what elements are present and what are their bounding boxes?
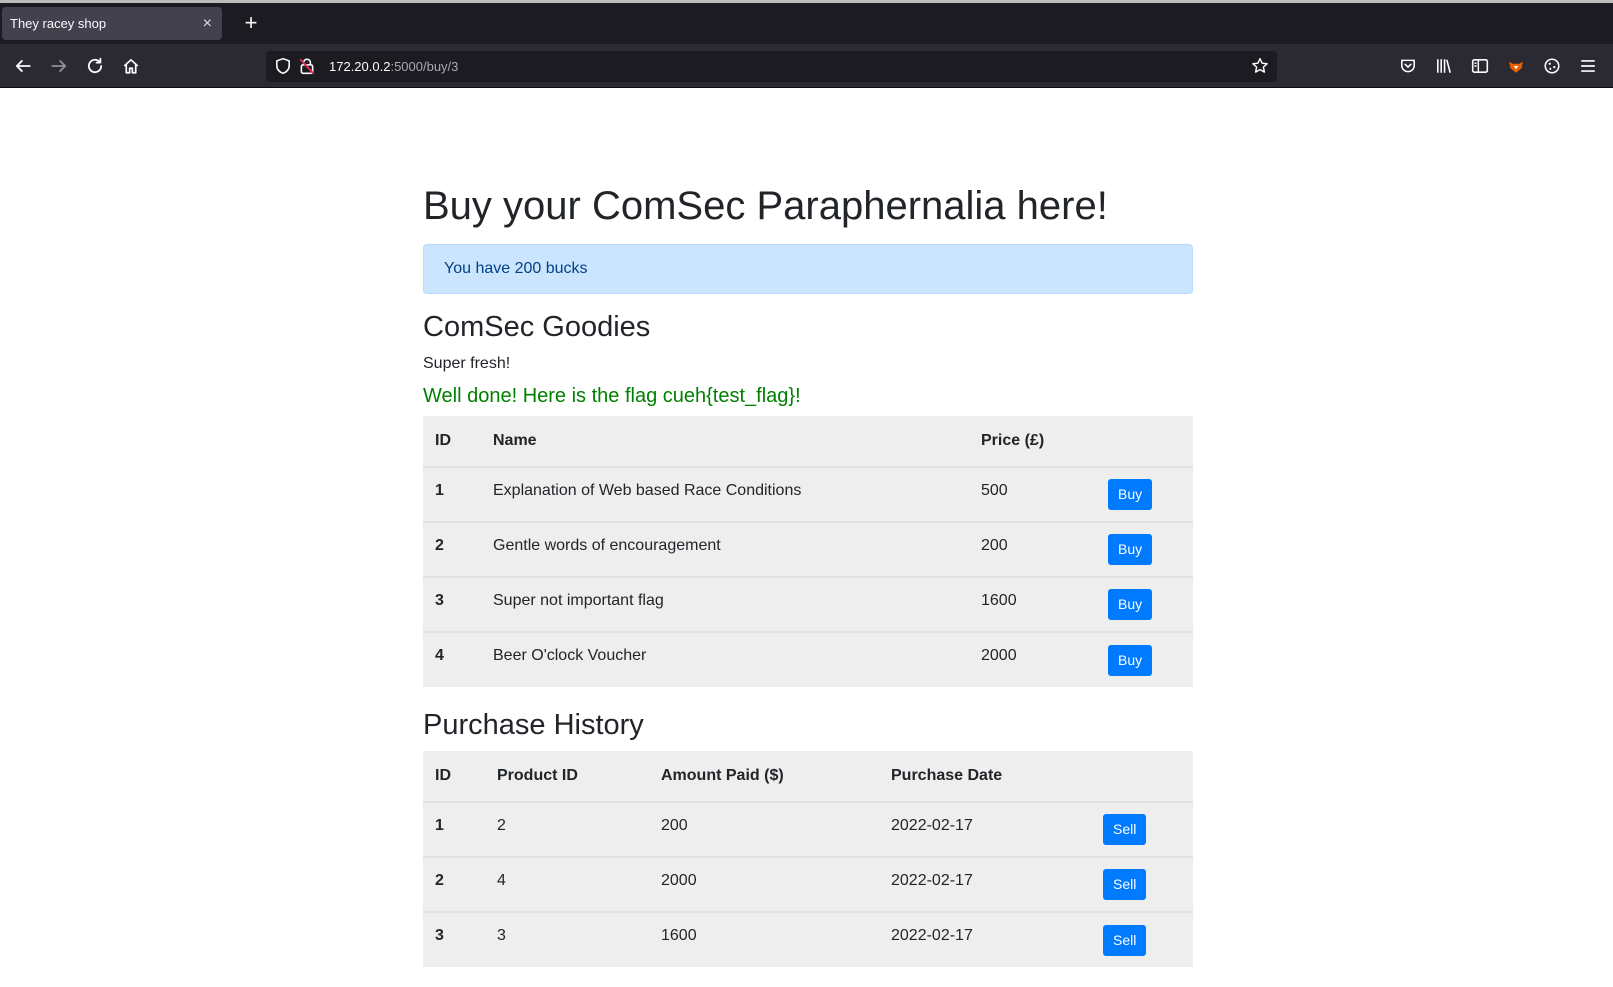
menu-button[interactable] <box>1575 53 1601 79</box>
sidebar-icon <box>1471 59 1489 73</box>
buy-button[interactable]: Buy <box>1108 479 1153 510</box>
product-row: 2 Gentle words of encouragement 200 Buy <box>423 521 1193 577</box>
col-header-price: Price (£) <box>969 416 1096 468</box>
col-header-amount: Amount Paid ($) <box>649 751 879 803</box>
extension-button[interactable] <box>1503 53 1529 79</box>
sidebar-button[interactable] <box>1467 53 1493 79</box>
purchase-date: 2022-02-17 <box>891 816 973 834</box>
arrow-right-icon <box>51 60 67 72</box>
buy-button[interactable]: Buy <box>1108 534 1153 565</box>
cookie-icon <box>1544 58 1560 74</box>
home-button[interactable] <box>118 53 144 79</box>
product-name: Super not important flag <box>481 576 969 632</box>
goodies-heading: ComSec Goodies <box>423 311 651 343</box>
hamburger-menu-icon <box>1581 60 1595 72</box>
product-name: Gentle words of encouragement <box>481 521 969 577</box>
product-row: 3 Super not important flag 1600 Buy <box>423 576 1193 632</box>
home-icon <box>123 58 139 74</box>
flag-message: Well done! Here is the flag cueh{test_fl… <box>423 385 801 407</box>
arrow-left-icon <box>15 60 31 72</box>
purchase-product-id: 3 <box>485 911 649 967</box>
address-bar[interactable]: 172.20.0.2:5000/buy/3 <box>266 51 1277 82</box>
history-table: ID Product ID Amount Paid ($) Purchase D… <box>423 751 1193 967</box>
purchase-id: 3 <box>423 911 485 967</box>
product-price: 2000 <box>969 631 1096 687</box>
purchase-amount: 2000 <box>649 856 879 912</box>
col-header-action <box>1091 751 1193 803</box>
purchase-amount: 1600 <box>649 911 879 967</box>
purchase-date: 2022-02-17 <box>879 856 1091 912</box>
page-title: Buy your ComSec Paraphernalia here! <box>423 184 1108 228</box>
pocket-icon <box>1401 59 1415 73</box>
buy-button[interactable]: Buy <box>1108 589 1153 620</box>
product-row: 1 Explanation of Web based Race Conditio… <box>423 467 1193 522</box>
col-header-action <box>1096 416 1193 468</box>
product-id: 3 <box>423 576 481 632</box>
product-id: 2 <box>423 521 481 577</box>
tab-close-icon[interactable]: × <box>203 7 212 40</box>
product-id: 4 <box>423 631 481 687</box>
purchase-id: 1 <box>435 816 444 834</box>
sell-button[interactable]: Sell <box>1103 814 1147 845</box>
product-price: 1600 <box>969 576 1096 632</box>
url-path: :5000/buy/3 <box>390 59 459 74</box>
reload-icon <box>87 57 103 74</box>
product-name: Beer O'clock Voucher <box>481 631 969 687</box>
bookmark-star-icon[interactable] <box>1251 57 1269 75</box>
browser-tab[interactable]: They racey shop × <box>2 7 222 40</box>
col-header-date: Purchase Date <box>879 751 1091 803</box>
product-price: 200 <box>969 521 1096 577</box>
col-header-id: ID <box>423 416 481 468</box>
forward-button[interactable] <box>46 53 72 79</box>
shield-icon[interactable] <box>274 57 292 75</box>
purchase-id: 2 <box>423 856 485 912</box>
purchase-row: 1 2 200 2022-02-17 Sell <box>423 802 1193 857</box>
url-host: 172.20.0.2 <box>329 59 391 74</box>
browser-tab-bar: They racey shop × + <box>0 0 1613 44</box>
browser-nav-bar: 172.20.0.2:5000/buy/3 <box>0 44 1613 88</box>
col-header-product-id: Product ID <box>485 751 649 803</box>
cookie-extension-button[interactable] <box>1539 53 1565 79</box>
new-tab-button[interactable]: + <box>236 8 266 38</box>
product-name: Explanation of Web based Race Conditions <box>493 481 802 499</box>
product-price: 500 <box>981 481 1008 499</box>
col-header-name: Name <box>481 416 969 468</box>
purchase-row: 2 4 2000 2022-02-17 Sell <box>423 856 1193 912</box>
pocket-button[interactable] <box>1395 53 1421 79</box>
goodies-subtitle: Super fresh! <box>423 355 511 372</box>
library-button[interactable] <box>1431 53 1457 79</box>
fox-extension-icon <box>1509 61 1523 73</box>
purchase-date: 2022-02-17 <box>879 911 1091 967</box>
product-id: 1 <box>435 481 444 499</box>
library-icon <box>1437 59 1451 73</box>
purchase-row: 3 3 1600 2022-02-17 Sell <box>423 911 1193 967</box>
insecure-lock-icon[interactable] <box>298 57 316 75</box>
purchase-product-id: 2 <box>497 816 506 834</box>
reload-button[interactable] <box>82 53 108 79</box>
sell-button[interactable]: Sell <box>1103 924 1147 956</box>
products-table: ID Name Price (£) 1 Explanation of Web b… <box>423 416 1193 687</box>
products-header-row: ID Name Price (£) <box>423 416 1193 468</box>
history-heading: Purchase History <box>423 709 644 741</box>
back-button[interactable] <box>10 53 36 79</box>
url-text[interactable]: 172.20.0.2:5000/buy/3 <box>329 51 458 82</box>
tab-title: They racey shop <box>10 16 107 31</box>
col-header-id: ID <box>423 751 485 803</box>
product-row: 4 Beer O'clock Voucher 2000 Buy <box>423 631 1193 687</box>
purchase-amount: 200 <box>661 816 688 834</box>
sell-button[interactable]: Sell <box>1103 869 1147 900</box>
history-header-row: ID Product ID Amount Paid ($) Purchase D… <box>423 751 1193 803</box>
buy-button[interactable]: Buy <box>1108 644 1153 676</box>
purchase-product-id: 4 <box>485 856 649 912</box>
balance-alert: You have 200 bucks <box>423 244 1193 294</box>
